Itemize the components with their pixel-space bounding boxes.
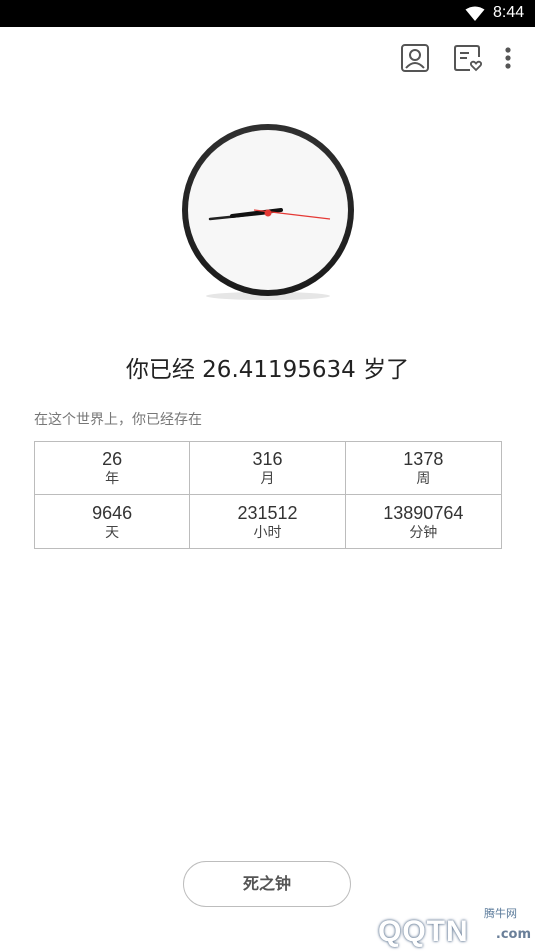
age-value: 26.41195634 bbox=[202, 357, 356, 383]
more-options-button[interactable] bbox=[495, 43, 521, 73]
watermark-logo-text: QQTN bbox=[378, 915, 469, 948]
stat-minutes: 13890764 分钟 bbox=[346, 495, 501, 548]
profile-button[interactable] bbox=[400, 43, 430, 73]
age-heading: 你已经 26.41195634 岁了 bbox=[0, 352, 535, 388]
status-bar: 8:44 bbox=[0, 0, 535, 27]
stat-weeks: 1378 周 bbox=[345, 442, 501, 495]
stat-value: 9646 bbox=[92, 502, 133, 523]
death-clock-button[interactable]: 死之钟 bbox=[183, 861, 351, 907]
age-suffix: 岁了 bbox=[363, 357, 410, 383]
stat-unit: 天 bbox=[105, 524, 120, 541]
stat-value: 26 bbox=[102, 449, 123, 469]
stat-unit: 月 bbox=[260, 471, 275, 487]
more-vertical-icon bbox=[505, 47, 511, 69]
wifi-icon bbox=[465, 6, 485, 21]
favorites-list-icon bbox=[454, 45, 483, 72]
clock-center-pin bbox=[264, 209, 272, 217]
stats-table: 26 年 316 月 1378 周 9646 天 231512 小时 13890… bbox=[34, 441, 502, 549]
profile-icon bbox=[401, 44, 429, 72]
stat-value: 13890764 bbox=[383, 502, 464, 523]
stat-unit: 小时 bbox=[253, 524, 282, 541]
stat-unit: 年 bbox=[105, 471, 120, 487]
stat-value: 231512 bbox=[237, 502, 298, 523]
analog-clock bbox=[180, 124, 356, 300]
favorites-button[interactable] bbox=[453, 43, 483, 73]
stat-value: 316 bbox=[252, 449, 283, 469]
stat-years: 26 年 bbox=[35, 442, 191, 495]
watermark-domain-suffix: .com bbox=[495, 927, 531, 942]
age-prefix: 你已经 bbox=[125, 357, 195, 383]
stat-value: 1378 bbox=[403, 449, 444, 469]
stat-hours: 231512 小时 bbox=[190, 495, 346, 548]
stat-months: 316 月 bbox=[190, 442, 346, 495]
stat-unit: 分钟 bbox=[409, 524, 438, 541]
stat-unit: 周 bbox=[416, 471, 431, 487]
watermark-site-name: 腾牛网 bbox=[484, 907, 517, 920]
watermark: 腾牛网 QQTN .com bbox=[330, 895, 535, 951]
stat-days: 9646 天 bbox=[35, 495, 191, 548]
status-time: 8:44 bbox=[493, 4, 525, 21]
existence-subtitle: 在这个世界上，你已经存在 bbox=[34, 412, 202, 428]
